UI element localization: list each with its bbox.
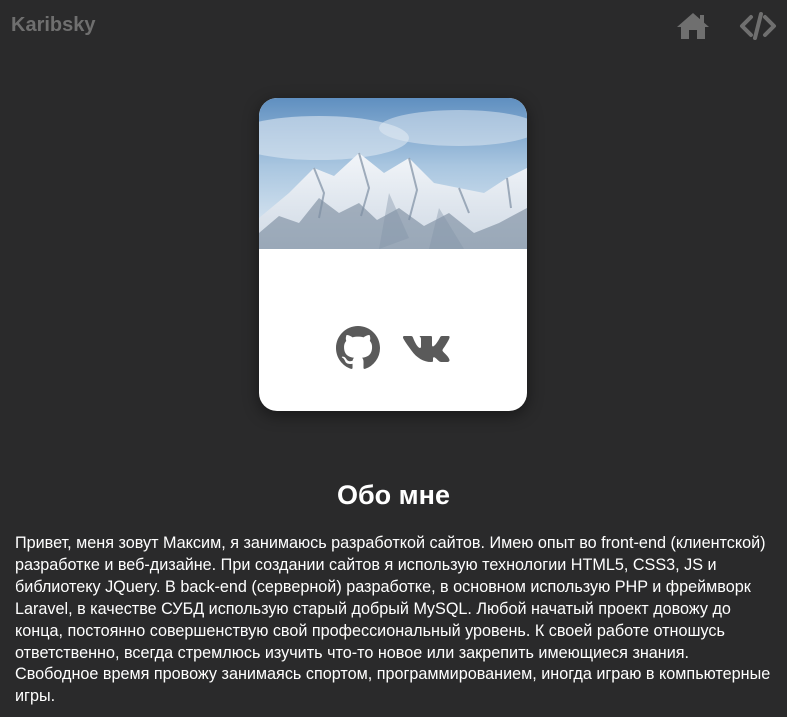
- about-text: Привет, меня зовут Максим, я занимаюсь р…: [15, 534, 771, 706]
- vk-link[interactable]: [402, 333, 450, 368]
- social-links: [259, 326, 527, 375]
- code-icon: [740, 12, 776, 40]
- home-icon: [677, 13, 709, 39]
- mountain-image: [259, 98, 527, 249]
- vk-icon: [403, 336, 450, 362]
- github-icon: [336, 326, 380, 369]
- code-link[interactable]: [739, 10, 776, 42]
- github-link[interactable]: [336, 326, 380, 375]
- profile-card: [259, 98, 527, 411]
- home-link[interactable]: [675, 10, 711, 42]
- top-nav: [675, 10, 776, 42]
- about-heading: Обо мне: [337, 480, 450, 510]
- site-brand[interactable]: Karibsky: [11, 14, 96, 37]
